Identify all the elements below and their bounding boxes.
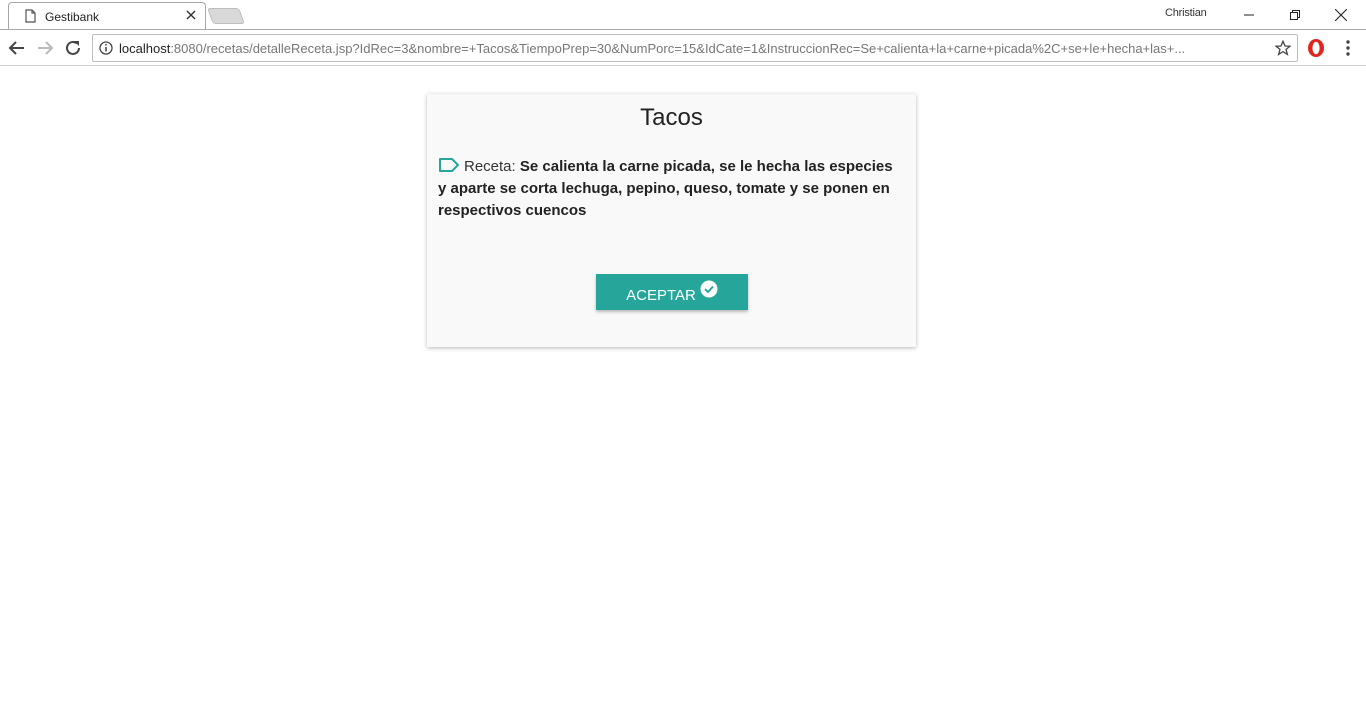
url-path: :8080/recetas/detalleReceta.jsp?IdRec=3&… xyxy=(170,41,1186,56)
back-arrow-icon xyxy=(8,41,24,55)
url-text[interactable]: localhost:8080/recetas/detalleReceta.jsp… xyxy=(119,41,1269,56)
star-icon[interactable] xyxy=(1275,40,1291,56)
restore-button[interactable] xyxy=(1272,0,1318,29)
info-icon[interactable] xyxy=(99,41,113,55)
accept-button-label: ACEPTAR xyxy=(626,286,696,304)
minimize-icon xyxy=(1244,14,1254,15)
minimize-button[interactable] xyxy=(1226,0,1272,29)
close-icon[interactable] xyxy=(184,8,198,22)
check-circle-icon xyxy=(700,280,718,298)
opera-icon[interactable] xyxy=(1306,38,1326,58)
browser-toolbar: localhost:8080/recetas/detalleReceta.jsp… xyxy=(0,29,1366,66)
profile-name[interactable]: Christian xyxy=(1165,7,1207,19)
url-host: localhost xyxy=(119,41,171,56)
tab-title: Gestibank xyxy=(45,10,100,24)
back-button[interactable] xyxy=(6,37,28,59)
reload-button[interactable] xyxy=(62,37,84,59)
browser-tab[interactable]: Gestibank xyxy=(8,2,206,30)
kebab-menu-icon[interactable] xyxy=(1340,38,1356,58)
recipe-card: Tacos Receta: Se calienta la carne picad… xyxy=(427,94,916,347)
reload-icon xyxy=(66,40,80,55)
forward-arrow-icon xyxy=(38,41,54,55)
forward-button[interactable] xyxy=(34,37,56,59)
browser-titlebar: Gestibank Christian xyxy=(0,0,1366,30)
page-icon xyxy=(25,9,36,23)
recipe-description: Receta: Se calienta la carne picada, se … xyxy=(438,156,898,222)
recipe-label: Receta: xyxy=(464,158,516,175)
new-tab-button[interactable] xyxy=(207,8,245,24)
accept-button[interactable]: ACEPTAR xyxy=(596,274,748,310)
label-outline-icon xyxy=(439,158,459,172)
restore-icon xyxy=(1290,9,1300,20)
recipe-title: Tacos xyxy=(640,104,703,131)
close-window-button[interactable] xyxy=(1318,0,1364,29)
close-window-icon xyxy=(1335,8,1347,21)
address-bar[interactable]: localhost:8080/recetas/detalleReceta.jsp… xyxy=(92,34,1298,62)
